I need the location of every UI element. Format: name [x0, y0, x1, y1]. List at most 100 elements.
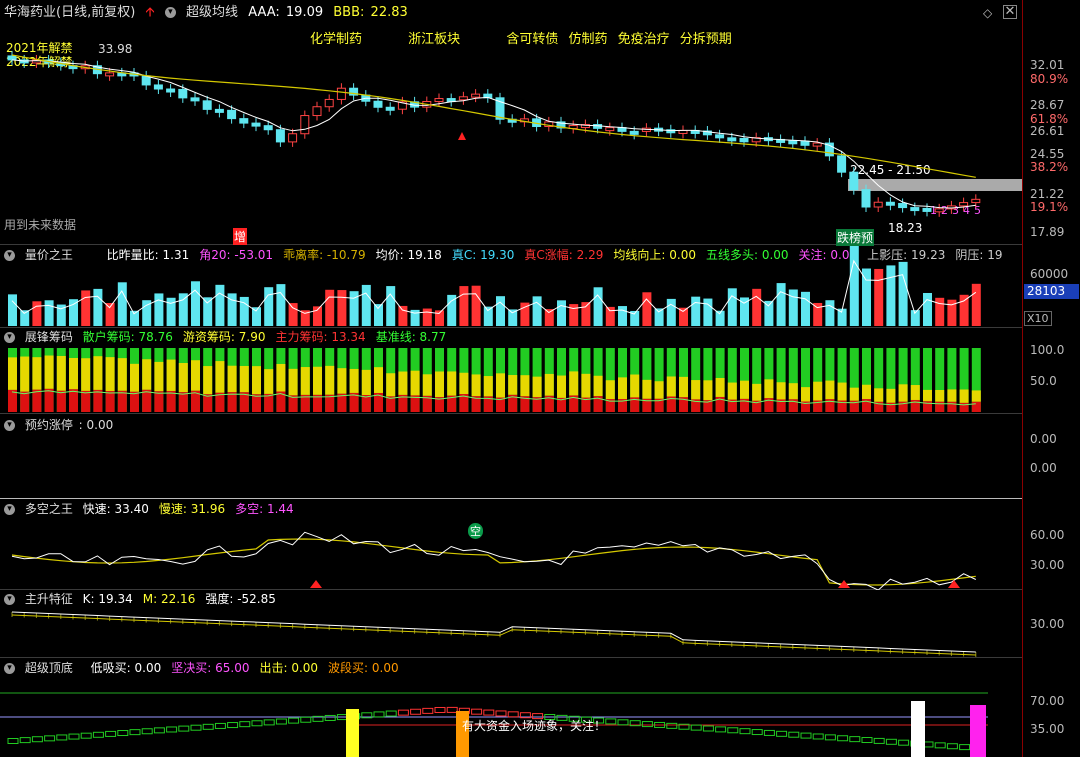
candle: [849, 171, 859, 191]
step-block: [68, 733, 80, 740]
scale-button[interactable]: X10: [1024, 311, 1052, 326]
volume-bar: [32, 301, 42, 326]
volume-bar: [825, 300, 835, 326]
chip-bar-red: [56, 390, 66, 412]
settings-circle-icon[interactable]: ▾: [4, 420, 15, 431]
volume-bar: [801, 291, 810, 326]
fund-note: 有大资金入场迹象，关注！: [462, 719, 607, 733]
pane-divider: [0, 413, 1022, 414]
chip-bar-red: [166, 390, 176, 412]
chip-bar-yellow: [154, 361, 164, 392]
chip-bar-yellow: [654, 381, 664, 399]
chip-bar-yellow: [496, 373, 505, 398]
volume-bar: [703, 298, 713, 326]
step-block: [849, 736, 861, 743]
chip-bar-yellow: [862, 384, 871, 400]
volume-bar: [239, 296, 249, 326]
chip-bar-yellow: [349, 368, 359, 393]
step-block: [641, 721, 653, 728]
volume-chart[interactable]: [0, 246, 1022, 326]
step-block: [898, 739, 910, 746]
chips-chart[interactable]: [0, 328, 1022, 413]
chip-bar-yellow: [32, 357, 42, 390]
chip-bar-yellow: [435, 371, 444, 398]
volume-bar: [813, 302, 823, 326]
candle: [922, 207, 932, 212]
price-tick: 80.9%: [1030, 72, 1069, 86]
step-block: [44, 735, 56, 742]
chip-bar-yellow: [776, 382, 786, 400]
candle: [959, 202, 969, 207]
candle: [105, 72, 115, 77]
candle: [739, 137, 749, 143]
chip-bar-yellow: [422, 374, 432, 396]
limit-title[interactable]: 预约涨停: [25, 418, 73, 432]
chip-bar-yellow: [313, 366, 322, 395]
chip-bar-yellow: [727, 382, 737, 400]
candle: [275, 129, 285, 143]
chip-bar-yellow: [374, 367, 383, 393]
candle: [288, 133, 298, 143]
ma-line-white: [11, 59, 976, 209]
volume-bar: [727, 288, 737, 326]
chip-bar-yellow: [886, 388, 896, 403]
volume-bar: [264, 287, 274, 326]
volume-bar: [325, 289, 335, 326]
candle: [715, 134, 725, 139]
volume-bar: [508, 309, 518, 326]
candle: [898, 202, 908, 209]
chip-bar-yellow: [910, 385, 920, 400]
volume-bar: [544, 309, 554, 326]
longshort-chart[interactable]: [0, 500, 1022, 590]
step-block: [422, 707, 434, 714]
volume-bar: [154, 293, 164, 326]
candle: [239, 118, 249, 124]
settings-circle-icon[interactable]: ▾: [4, 663, 15, 674]
candle: [910, 207, 920, 212]
chip-bar-yellow: [203, 366, 213, 395]
step-block: [959, 744, 971, 751]
candle: [885, 201, 895, 206]
step-block: [873, 737, 885, 744]
step-block: [751, 729, 763, 736]
candle: [312, 106, 322, 117]
step-block: [239, 721, 251, 728]
rise-chart[interactable]: [0, 590, 1022, 658]
chip-bar-red: [105, 391, 115, 412]
current-volume: 28103: [1024, 284, 1079, 299]
step-block: [800, 732, 812, 739]
chip-bar-yellow: [825, 380, 835, 400]
chip-bar-red: [361, 395, 371, 412]
chip-bar-yellow: [142, 359, 152, 390]
step-block: [410, 708, 422, 715]
chip-bar-yellow: [483, 376, 493, 397]
chip-bar-yellow: [935, 389, 945, 402]
price-tick: 21.22: [1030, 187, 1065, 201]
step-block: [141, 728, 153, 735]
chip-bar-yellow: [276, 363, 286, 392]
step-block: [19, 737, 31, 744]
chip-bar-red: [178, 392, 188, 412]
top-metric: 出击: 0.00: [259, 661, 319, 675]
volume-bar: [8, 294, 17, 326]
step-block: [837, 735, 849, 742]
step-block: [446, 706, 458, 713]
top-title[interactable]: 超级顶底: [25, 661, 73, 675]
chip-bar-yellow: [532, 376, 542, 398]
chip-bar-red: [81, 390, 91, 412]
step-block: [666, 722, 678, 729]
step-block: [397, 709, 409, 716]
step-block: [715, 726, 727, 733]
chip-bar-red: [20, 391, 30, 412]
chip-bar-yellow: [361, 369, 371, 396]
price-chart[interactable]: [0, 0, 1022, 244]
candle: [385, 106, 395, 111]
volume-bar: [44, 300, 54, 326]
chip-bar-yellow: [618, 377, 627, 400]
chip-bar-red: [154, 391, 164, 412]
candle: [837, 155, 847, 173]
chip-bar-yellow: [703, 380, 713, 401]
candle: [336, 87, 346, 100]
chip-bar-red: [227, 392, 237, 412]
chip-bar-yellow: [69, 357, 78, 390]
